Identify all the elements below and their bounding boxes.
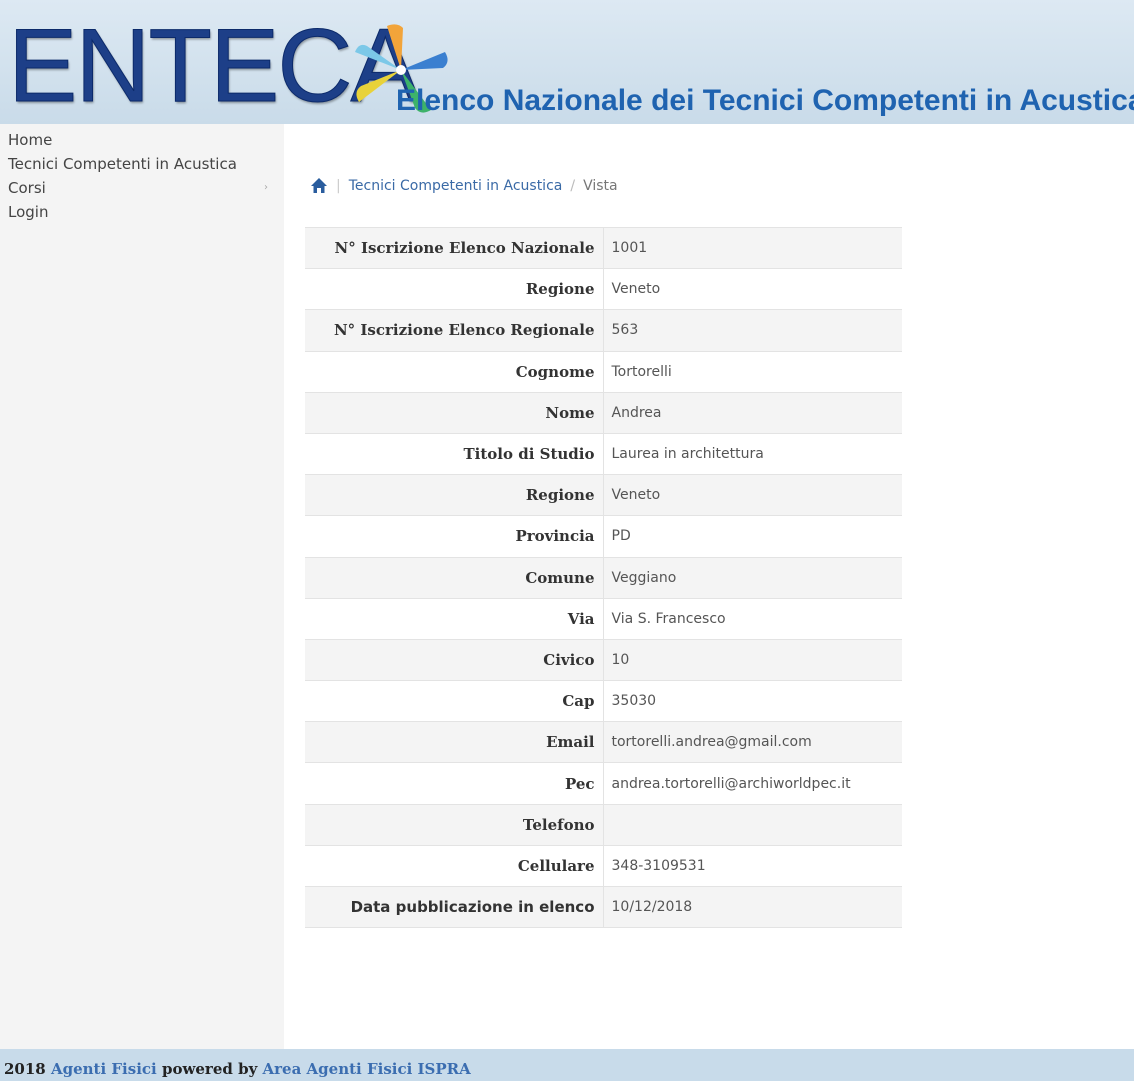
detail-label: Civico	[305, 638, 604, 681]
sidebar-item-corsi[interactable]: Corsi ›	[0, 176, 284, 200]
detail-value: 563	[603, 309, 902, 352]
breadcrumb-divider: |	[336, 178, 341, 194]
detail-value: 10	[603, 638, 902, 681]
detail-value: Via S. Francesco	[603, 597, 902, 640]
table-row: Pec andrea.tortorelli@archiworldpec.it	[305, 762, 902, 805]
detail-label: Telefono	[305, 803, 604, 846]
table-row: Cognome Tortorelli	[305, 350, 902, 393]
detail-value: Veneto	[603, 474, 902, 516]
detail-value: 348-3109531	[603, 844, 902, 887]
table-row: Data pubblicazione in elenco 10/12/2018	[305, 885, 902, 929]
table-row: Provincia PD	[305, 515, 902, 557]
detail-label: Data pubblicazione in elenco	[305, 885, 604, 929]
footer-year: 2018	[4, 1060, 46, 1078]
table-row: Nome Andrea	[305, 391, 902, 434]
detail-label: N° Iscrizione Elenco Regionale	[305, 309, 604, 352]
table-row: Cellulare 348-3109531	[305, 844, 902, 887]
detail-value: Tortorelli	[603, 350, 902, 393]
detail-label: Cap	[305, 680, 604, 722]
detail-value: tortorelli.andrea@gmail.com	[603, 721, 902, 763]
detail-label: Nome	[305, 391, 604, 434]
table-row: Civico 10	[305, 638, 902, 681]
detail-label: Cellulare	[305, 844, 604, 887]
chevron-right-icon: ›	[264, 182, 268, 193]
site-footer: 2018 Agenti Fisici powered by Area Agent…	[0, 1049, 1134, 1081]
table-row: Titolo di Studio Laurea in architettura	[305, 432, 902, 475]
table-row: Email tortorelli.andrea@gmail.com	[305, 721, 902, 763]
breadcrumb: | Tecnici Competenti in Acustica / Vista	[310, 168, 618, 204]
table-row: N° Iscrizione Elenco Regionale 563	[305, 309, 902, 352]
table-row: Telefono	[305, 803, 902, 846]
footer-powered-by: powered by	[161, 1060, 258, 1078]
detail-value: andrea.tortorelli@archiworldpec.it	[603, 762, 902, 805]
detail-value: 35030	[603, 680, 902, 722]
detail-value: PD	[603, 515, 902, 557]
sidebar-item-login[interactable]: Login	[0, 200, 284, 224]
table-row: Via Via S. Francesco	[305, 597, 902, 640]
detail-value: Andrea	[603, 391, 902, 434]
table-row: Regione Veneto	[305, 474, 902, 516]
table-row: N° Iscrizione Elenco Nazionale 1001	[305, 226, 902, 269]
detail-label: Titolo di Studio	[305, 432, 604, 475]
site-header: ENTECA Elenco Nazionale dei Tecnici Comp…	[0, 0, 1134, 124]
detail-label: Via	[305, 597, 604, 640]
site-subtitle: Elenco Nazionale dei Tecnici Competenti …	[396, 84, 1134, 117]
detail-label: Email	[305, 721, 604, 763]
sidebar-item-label: Corsi	[8, 179, 46, 197]
breadcrumb-separator: /	[570, 178, 576, 194]
detail-label: N° Iscrizione Elenco Nazionale	[305, 226, 604, 269]
detail-label: Comune	[305, 556, 604, 599]
detail-value: Veneto	[603, 268, 902, 310]
footer-link-agenti-fisici[interactable]: Agenti Fisici	[51, 1060, 157, 1078]
detail-value: Veggiano	[603, 556, 902, 599]
detail-table: N° Iscrizione Elenco Nazionale 1001 Region…	[305, 226, 902, 929]
table-row: Comune Veggiano	[305, 556, 902, 599]
detail-label: Cognome	[305, 350, 604, 393]
detail-value: 10/12/2018	[603, 885, 902, 929]
detail-label: Pec	[305, 762, 604, 805]
breadcrumb-current: Vista	[583, 178, 618, 194]
detail-label: Regione	[305, 268, 604, 310]
breadcrumb-link-tecnici[interactable]: Tecnici Competenti in Acustica	[349, 178, 563, 194]
detail-value	[603, 803, 902, 846]
table-row: Cap 35030	[305, 680, 902, 722]
detail-value: Laurea in architettura	[603, 432, 902, 475]
detail-label: Regione	[305, 474, 604, 516]
sidebar-item-tecnici[interactable]: Tecnici Competenti in Acustica	[0, 152, 284, 176]
detail-value: 1001	[603, 226, 902, 269]
home-icon[interactable]	[310, 177, 328, 195]
table-row: Regione Veneto	[305, 268, 902, 310]
sidebar-nav: Home Tecnici Competenti in Acustica Cors…	[0, 124, 284, 1049]
sidebar-item-home[interactable]: Home	[0, 128, 284, 152]
footer-link-ispra[interactable]: Area Agenti Fisici ISPRA	[263, 1060, 471, 1078]
detail-label: Provincia	[305, 515, 604, 557]
